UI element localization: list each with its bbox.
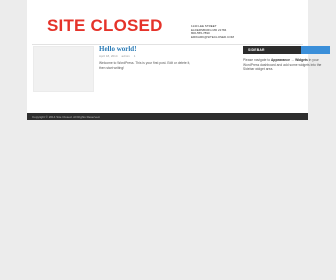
widget-text-part: Please navigate to <box>243 58 272 62</box>
post-author[interactable]: admin <box>122 54 130 58</box>
post-title[interactable]: Hello world! <box>99 45 137 53</box>
widgets-label: Widgets <box>295 58 308 62</box>
post-comments-count[interactable]: 1 <box>134 54 136 58</box>
sidebar-widget-text: Please navigate to Appearance → Widgets … <box>243 58 329 72</box>
widget-accent-bar <box>301 46 330 54</box>
post-excerpt: Welcome to WordPress. This is your first… <box>99 61 191 70</box>
header-contact-info: 1140 LEE STREET ELDERSBURG MD 21784 800-… <box>191 24 251 40</box>
appearance-label: Appearance <box>271 58 290 62</box>
post-date: April 18, 2014 <box>99 54 118 58</box>
page-container: SITE CLOSED 1140 LEE STREET ELDERSBURG M… <box>27 0 330 113</box>
sidebar-widget-header: SIDEBAR <box>243 46 330 54</box>
header-divider <box>32 44 303 45</box>
site-logo[interactable]: SITE CLOSED <box>47 17 163 34</box>
post-meta: April 18, 2014 admin 1 <box>99 54 135 58</box>
post-thumbnail[interactable] <box>33 46 94 92</box>
contact-line[interactable]: ERIKARK@SITECLOSED.COM <box>191 35 251 40</box>
sidebar-widget-title: SIDEBAR <box>248 48 265 52</box>
footer-copyright: Copyright © 2014 Site Closed. All Rights… <box>32 114 101 119</box>
site-footer: Copyright © 2014 Site Closed. All Rights… <box>27 113 308 120</box>
